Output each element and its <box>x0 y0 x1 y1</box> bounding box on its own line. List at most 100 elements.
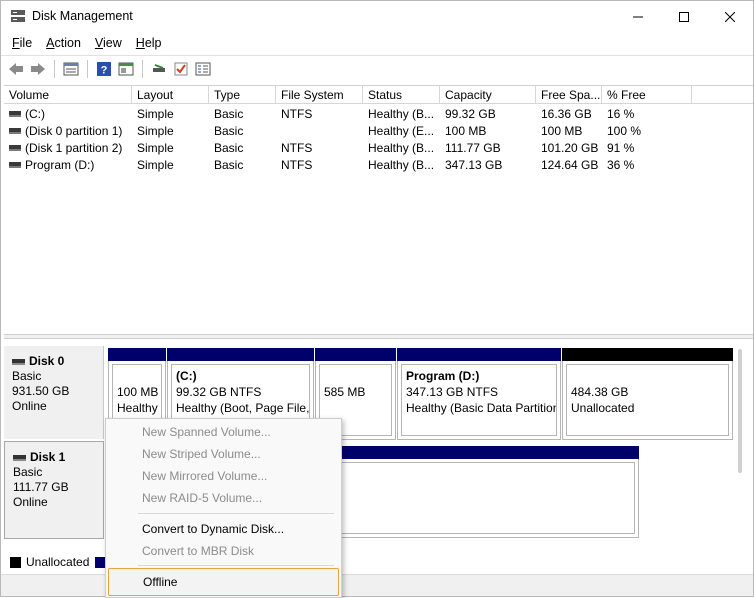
volume-icon <box>9 128 21 134</box>
menu-view[interactable]: View <box>88 33 129 53</box>
close-button[interactable] <box>707 1 753 32</box>
cell-percent-free: 91 % <box>607 141 635 155</box>
volume-list: Volume Layout Type File System Status Ca… <box>4 85 753 334</box>
cell-volume: (Disk 0 partition 1) <box>4 123 132 140</box>
cell-type: Basic <box>214 141 244 155</box>
connect-icon <box>153 64 165 72</box>
cell-percent-free: 100 % <box>607 124 642 138</box>
legend-unallocated-swatch <box>10 556 21 568</box>
cell-file-system: NTFS <box>281 158 313 172</box>
help-button[interactable]: ? <box>93 58 115 80</box>
partition-bar <box>331 446 639 459</box>
minimize-button[interactable] <box>615 1 661 32</box>
disk-0-label[interactable]: Disk 0 Basic 931.50 GB Online <box>4 346 104 439</box>
menu-item-new-striped-volume[interactable]: New Striped Volume... <box>106 443 341 465</box>
cell-layout: Simple <box>137 107 174 121</box>
column-header-capacity[interactable]: Capacity <box>440 86 536 104</box>
column-header-layout[interactable]: Layout <box>132 86 209 104</box>
back-button[interactable] <box>5 58 27 80</box>
cell-layout: Simple <box>137 124 174 138</box>
console-button[interactable] <box>115 58 137 80</box>
column-header-volume[interactable]: Volume <box>4 86 132 104</box>
cell-volume: (C:) <box>4 106 132 123</box>
graphical-view-scrollbar[interactable] <box>738 349 742 473</box>
cell-percent-free: 36 % <box>607 158 635 172</box>
cell-volume: (Disk 1 partition 2) <box>4 140 132 157</box>
volume-icon <box>9 162 21 168</box>
cell-free-space: 16.36 GB <box>541 107 592 121</box>
partition-bar <box>108 348 166 361</box>
menu-separator <box>138 565 334 566</box>
window-title: Disk Management <box>32 9 133 23</box>
show-hide-list-button[interactable] <box>60 58 82 80</box>
toolbar-separator <box>142 60 143 78</box>
volume-icon <box>9 111 21 117</box>
cell-file-system: NTFS <box>281 107 313 121</box>
menu-bar: File Action View Help <box>1 32 753 54</box>
cell-file-system: NTFS <box>281 141 313 155</box>
menu-item-new-mirrored-volume[interactable]: New Mirrored Volume... <box>106 465 341 487</box>
check-button[interactable] <box>170 58 192 80</box>
help-icon: ? <box>97 62 111 77</box>
toolbar: ? <box>1 55 753 82</box>
cell-status: Healthy (B... <box>368 107 435 121</box>
cell-type: Basic <box>214 107 244 121</box>
table-row[interactable]: (Disk 1 partition 2) Simple Basic NTFS H… <box>4 140 753 157</box>
menu-item-offline[interactable]: Offline <box>108 568 339 596</box>
disk-0-size: 931.50 GB <box>12 384 70 398</box>
cell-capacity: 347.13 GB <box>445 158 503 172</box>
partition-bar <box>315 348 396 361</box>
menu-item-convert-to-mbr-disk[interactable]: Convert to MBR Disk <box>106 540 341 562</box>
cell-status: Healthy (B... <box>368 141 435 155</box>
column-header-percent-free[interactable]: % Free <box>602 86 692 104</box>
cell-capacity: 100 MB <box>445 124 487 138</box>
partition-disk0-program-d[interactable]: Program (D:) 347.13 GB NTFS Healthy (Bas… <box>397 348 561 440</box>
menu-file[interactable]: File <box>5 33 39 53</box>
menu-item-new-raid5-volume[interactable]: New RAID-5 Volume... <box>106 487 341 509</box>
properties-button[interactable] <box>192 58 214 80</box>
partition-bar <box>397 348 561 361</box>
toolbar-separator <box>87 60 88 78</box>
unallocated-bar <box>562 348 733 361</box>
list-view-icon <box>63 62 79 76</box>
cell-capacity: 99.32 GB <box>445 107 496 121</box>
table-row[interactable]: (Disk 0 partition 1) Simple Basic Health… <box>4 123 753 140</box>
disk-management-app-icon <box>11 10 25 22</box>
cell-volume: Program (D:) <box>4 157 132 174</box>
menu-help[interactable]: Help <box>129 33 169 53</box>
back-arrow-icon <box>9 63 23 75</box>
check-icon <box>174 62 188 76</box>
menu-item-new-spanned-volume[interactable]: New Spanned Volume... <box>106 421 341 443</box>
title-bar: Disk Management <box>1 1 753 32</box>
disk-1-label[interactable]: Disk 1 Basic 111.77 GB Online <box>4 441 104 539</box>
menu-separator <box>138 513 334 514</box>
table-row[interactable]: Program (D:) Simple Basic NTFS Healthy (… <box>4 157 753 174</box>
menu-action[interactable]: Action <box>39 33 88 53</box>
partition-disk1[interactable] <box>331 446 639 538</box>
cell-free-space: 124.64 GB <box>541 158 599 172</box>
column-header-free-space[interactable]: Free Spa... <box>536 86 602 104</box>
volume-icon <box>9 145 21 151</box>
disk-icon <box>13 454 26 461</box>
cell-capacity: 111.77 GB <box>445 141 501 155</box>
partition-disk0-unallocated[interactable]: 484.38 GB Unallocated <box>562 348 733 440</box>
volume-list-header: Volume Layout Type File System Status Ca… <box>4 86 753 104</box>
disk-1-state: Online <box>13 495 48 509</box>
forward-button[interactable] <box>27 58 49 80</box>
column-header-status[interactable]: Status <box>363 86 440 104</box>
maximize-button[interactable] <box>661 1 707 32</box>
column-header-type[interactable]: Type <box>209 86 276 104</box>
disk-icon <box>12 358 25 365</box>
cell-status: Healthy (E... <box>368 124 435 138</box>
minimize-icon <box>633 16 643 17</box>
svg-text:?: ? <box>101 65 108 77</box>
menu-item-convert-to-dynamic-disk[interactable]: Convert to Dynamic Disk... <box>106 518 341 540</box>
connect-button[interactable] <box>148 58 170 80</box>
cell-free-space: 100 MB <box>541 124 583 138</box>
close-icon <box>725 11 735 22</box>
column-header-file-system[interactable]: File System <box>276 86 363 104</box>
cell-type: Basic <box>214 124 244 138</box>
console-icon <box>118 62 134 76</box>
disk-0-type: Basic <box>12 369 42 383</box>
table-row[interactable]: (C:) Simple Basic NTFS Healthy (B... 99.… <box>4 106 753 123</box>
